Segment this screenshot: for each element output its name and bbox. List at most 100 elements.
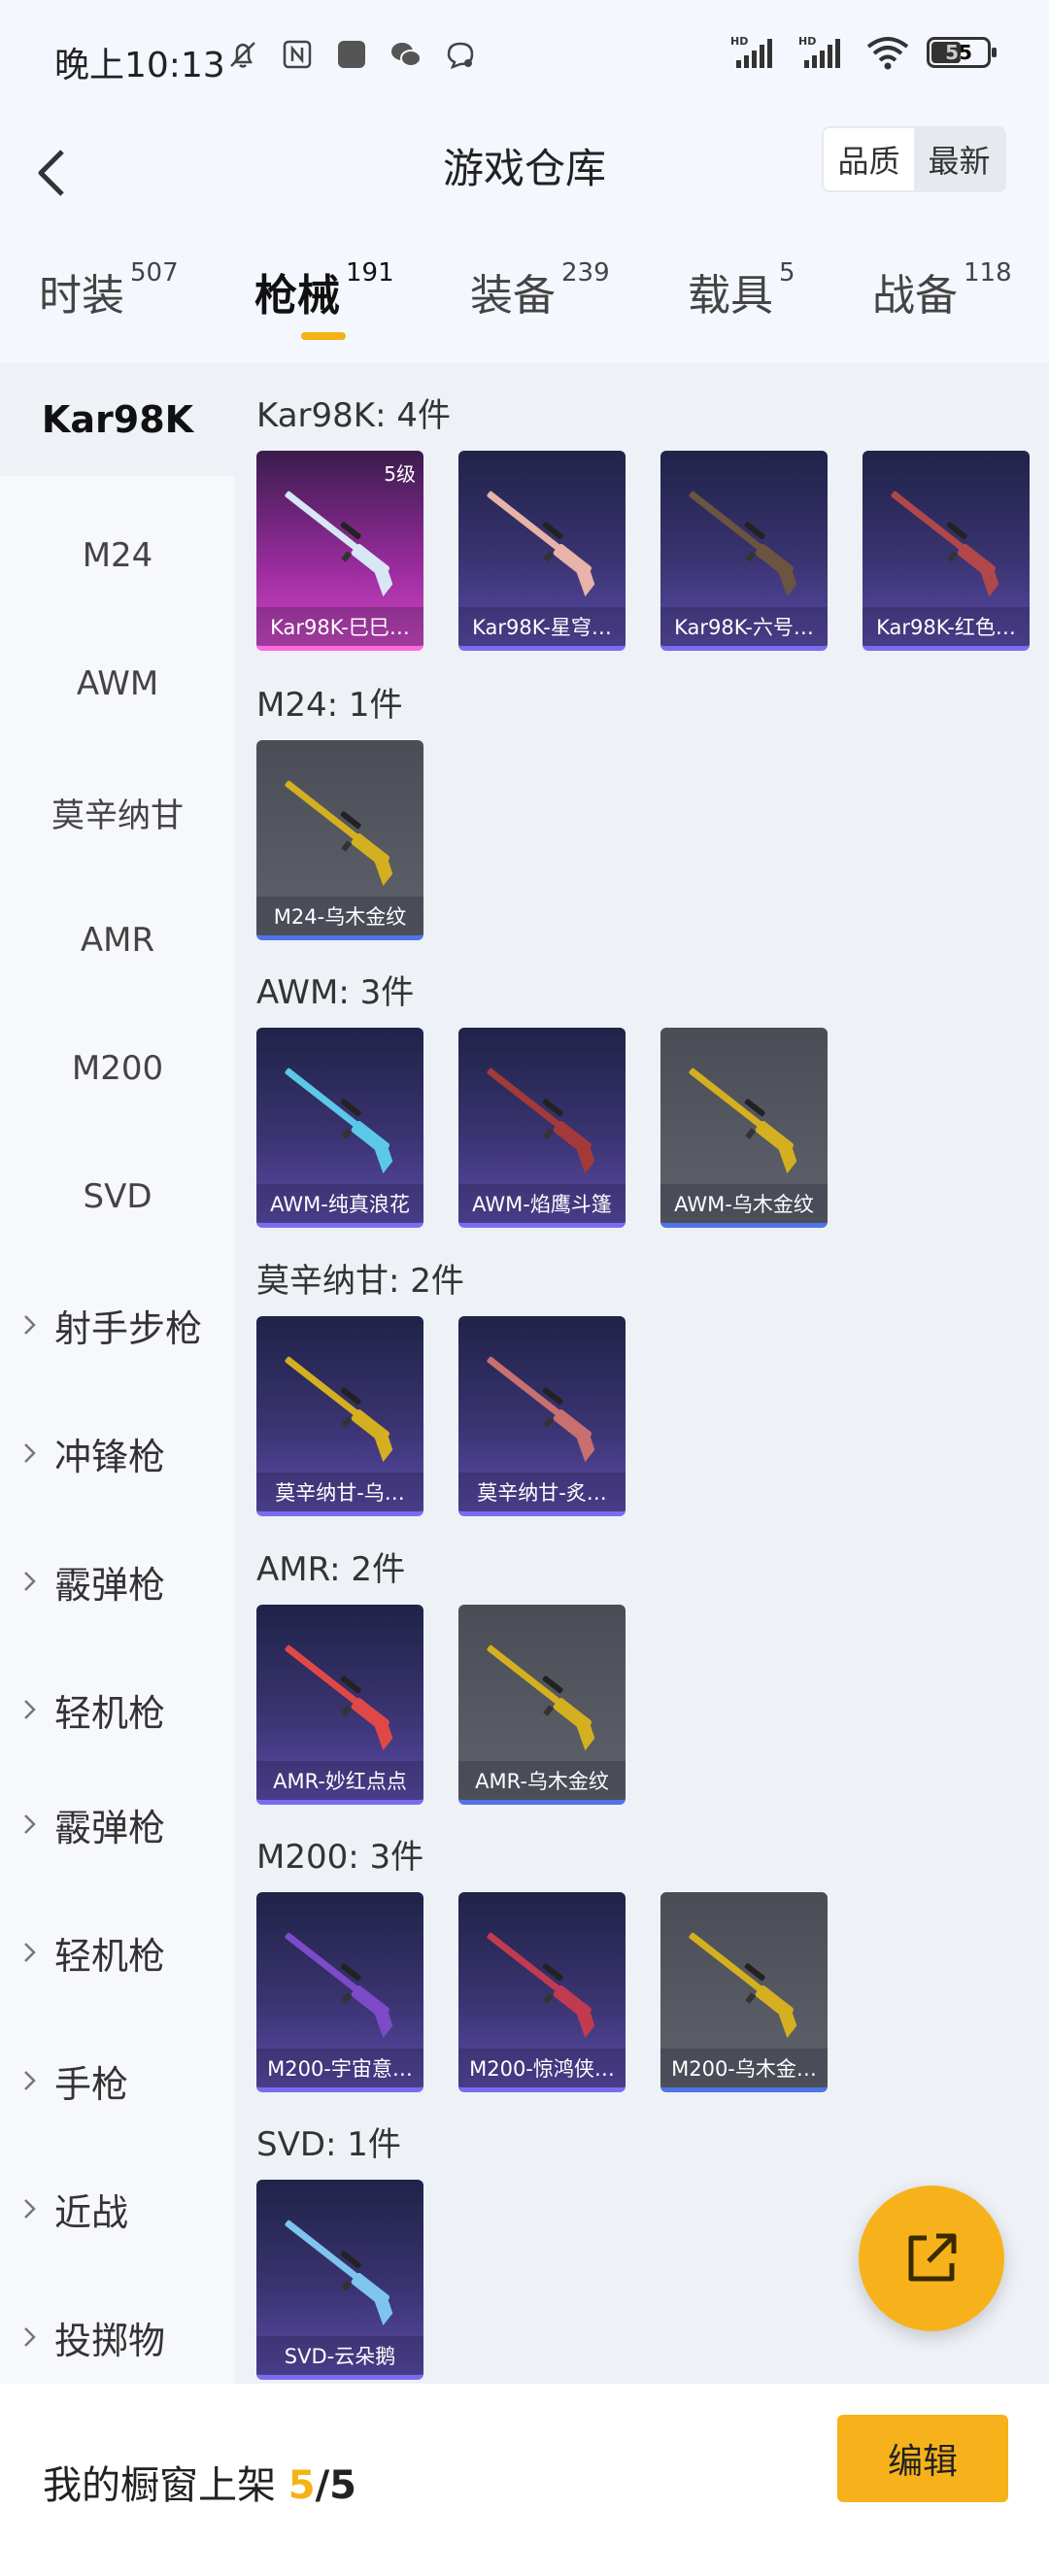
weapon-type-sidebar: Kar98K M24 AWM 莫辛纳甘 AMR M200 SVD 射手步枪 冲锋枪 霰弹枪 轻机枪霰… (0, 363, 235, 2384)
sidebar-item-label: 手枪 (54, 2062, 129, 2106)
weapon-card[interactable]: 莫辛纳甘-乌… (256, 1316, 423, 1516)
weapon-name: 莫辛纳甘-乌… (256, 1473, 423, 1511)
weapon-card[interactable]: AWM-纯真浪花 (256, 1028, 423, 1228)
chevron-right-icon (24, 1572, 36, 1591)
tab-guns[interactable]: 枪械 191 (254, 258, 394, 322)
weapon-name: M200-宇宙意… (256, 2049, 423, 2087)
section-title: M200: 3件 (256, 1838, 424, 1877)
svg-text:HD: HD (730, 35, 748, 48)
sidebar-item[interactable]: 霰弹枪 (0, 1760, 235, 1888)
weapon-card[interactable]: 5级 Kar98K-巳巳… (256, 451, 423, 651)
sidebar-item[interactable]: Kar98K (0, 363, 235, 476)
status-notification-icons (225, 37, 478, 72)
weapon-card[interactable]: Kar98K-红色… (863, 451, 1030, 651)
weapon-card[interactable]: AWM-焰鹰斗篷 (458, 1028, 626, 1228)
showcase-total-count: 5 (329, 2463, 357, 2508)
sidebar-item[interactable]: 手枪 (0, 2017, 235, 2145)
bell-off-icon (230, 42, 255, 68)
section-title: M24: 1件 (256, 686, 403, 725)
tab-label: 战备 (872, 271, 958, 321)
sidebar-item[interactable]: 近战 (0, 2145, 235, 2273)
wifi-icon (866, 37, 909, 70)
weapon-card[interactable]: Kar98K-六号… (660, 451, 828, 651)
tab-vehicles[interactable]: 载具 5 (688, 258, 795, 322)
weapon-card[interactable]: M200-乌木金… (660, 1892, 828, 2092)
rifle-icon (487, 1644, 595, 1751)
weapon-card[interactable]: AMR-乌木金纹 (458, 1605, 626, 1805)
section-title: 莫辛纳甘: 2件 (256, 1262, 464, 1301)
weapon-card[interactable]: Kar98K-星穹… (458, 451, 626, 651)
chevron-right-icon (24, 1315, 36, 1335)
sidebar-item[interactable]: M24 (0, 491, 235, 620)
sidebar-item[interactable]: 轻机枪 (0, 1888, 235, 2017)
weapon-card[interactable]: M200-宇宙意… (256, 1892, 423, 2092)
tab-outfits[interactable]: 时装 507 (39, 258, 179, 322)
sidebar-item-label: M200 (71, 1049, 164, 1088)
showcase-separator: / (315, 2463, 330, 2508)
sidebar-item-label: 轻机枪 (54, 1934, 166, 1978)
rifle-icon (487, 1932, 595, 2039)
sidebar-item-label: 霰弹枪 (54, 1563, 166, 1607)
sort-option-latest[interactable]: 最新 (914, 128, 1004, 190)
sidebar-item[interactable]: 霰弹枪 (0, 1517, 235, 1645)
sort-option-quality[interactable]: 品质 (824, 128, 914, 190)
wechat-icon (391, 43, 422, 67)
weapon-name: Kar98K-六号… (660, 607, 828, 646)
sidebar-item-label: 莫辛纳甘 (51, 796, 184, 835)
tab-count: 5 (779, 258, 795, 288)
nfc-icon (283, 40, 312, 69)
sidebar-item[interactable]: 投掷物 (0, 2273, 235, 2401)
sidebar-item[interactable]: 射手步枪 (0, 1261, 235, 1389)
weapon-name: Kar98K-红色… (863, 607, 1030, 646)
showcase-status: 我的橱窗上架 5/5 (43, 2454, 356, 2510)
tab-count: 118 (964, 258, 1012, 288)
weapon-name: M24-乌木金纹 (256, 897, 423, 935)
weapon-card[interactable]: M24-乌木金纹 (256, 740, 423, 940)
share-external-icon (908, 2233, 957, 2282)
rifle-icon (285, 1068, 393, 1174)
rifle-icon (487, 1356, 595, 1463)
rifle-icon (891, 491, 999, 597)
weapon-card[interactable]: SVD-云朵鹅 (256, 2180, 423, 2380)
weapon-card[interactable]: 莫辛纳甘-炙… (458, 1316, 626, 1516)
sidebar-item-label: SVD (83, 1177, 152, 1216)
showcase-bar: 我的橱窗上架 5/5 编辑 (0, 2384, 1049, 2576)
edit-button[interactable]: 编辑 (837, 2415, 1008, 2502)
chevron-right-icon (24, 1443, 36, 1463)
showcase-current-count: 5 (288, 2463, 316, 2508)
tab-label: 装备 (470, 271, 556, 321)
chevron-right-icon (24, 2327, 36, 2347)
sort-toggle[interactable]: 品质 最新 (822, 126, 1006, 192)
share-fab-button[interactable] (859, 2186, 1004, 2331)
sidebar-item[interactable]: 冲锋枪 (0, 1389, 235, 1517)
sidebar-item-label: M24 (82, 536, 153, 575)
weapon-card[interactable]: AMR-妙红点点 (256, 1605, 423, 1805)
signal-hd-icon: HD (730, 35, 772, 68)
section-title: SVD: 1件 (256, 2125, 401, 2164)
rifle-icon (487, 1068, 595, 1174)
tab-label: 枪械 (254, 271, 340, 321)
weapon-card[interactable]: AWM-乌木金纹 (660, 1028, 828, 1228)
battery-level: 55 (945, 41, 972, 64)
tab-equipment[interactable]: 装备 239 (470, 258, 610, 322)
section-title: Kar98K: 4件 (256, 396, 451, 435)
rifle-icon (285, 491, 393, 597)
tab-supplies[interactable]: 战备 118 (872, 258, 1012, 322)
header: 游戏仓库 品质 最新 (0, 115, 1049, 231)
sidebar-item[interactable]: SVD (0, 1133, 235, 1261)
sidebar-item[interactable]: AWM (0, 620, 235, 748)
chevron-right-icon (24, 2199, 36, 2219)
weapon-grid: Kar98K: 4件 5级 Kar98K-巳巳… Kar98K-星穹… Kar98K-六… (235, 363, 1049, 2384)
weapon-card[interactable]: M200-惊鸿侠… (458, 1892, 626, 2092)
tab-label: 载具 (688, 271, 773, 321)
sidebar-item[interactable]: 轻机枪 (0, 1645, 235, 1774)
rifle-icon (689, 491, 797, 597)
sidebar-item-label: 轻机枪 (54, 1691, 166, 1735)
status-system-icons: HD HD 55 (730, 35, 997, 70)
sidebar-item[interactable]: AMR (0, 876, 235, 1004)
sidebar-item-label: 霰弹枪 (54, 1806, 166, 1849)
sidebar-item-label: 投掷物 (54, 2319, 166, 2362)
section-title: AMR: 2件 (256, 1550, 406, 1589)
sidebar-item[interactable]: M200 (0, 1004, 235, 1133)
sidebar-item[interactable]: 莫辛纳甘 (0, 748, 235, 876)
